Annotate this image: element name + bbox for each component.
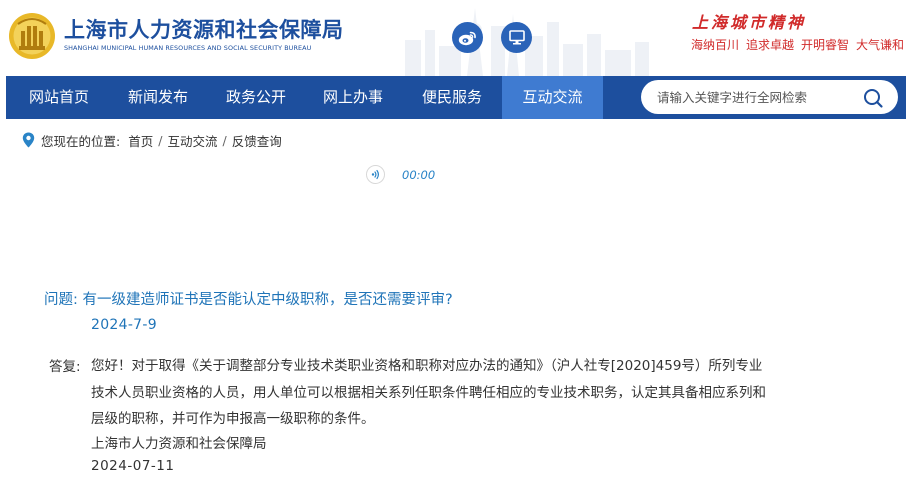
breadcrumb-current: 反馈查询: [231, 133, 282, 149]
question-date: 2024-7-9: [91, 317, 157, 333]
search-icon[interactable]: [862, 87, 884, 109]
question-label: 问题:: [44, 292, 78, 308]
city-spirit-item: 大气谦和: [856, 38, 905, 52]
answer-body: 您好！对于取得《关于调整部分专业技术类职业资格和职称对应办法的通知》（沪人社专[…: [91, 353, 831, 433]
search-input[interactable]: [657, 87, 857, 107]
nav-item-interaction[interactable]: 互动交流: [502, 76, 603, 119]
mobile-site-button[interactable]: [501, 22, 532, 53]
nav-item-news[interactable]: 新闻发布: [111, 76, 205, 119]
site-header: 上海市人力资源和社会保障局 SHANGHAI MUNICIPAL HUMAN R…: [0, 0, 912, 76]
audio-player: 00:00: [366, 165, 435, 184]
city-spirit-item: 海纳百川: [691, 38, 740, 52]
breadcrumb-interaction[interactable]: 互动交流: [167, 131, 217, 150]
search-box: [641, 80, 898, 114]
nav-item-home[interactable]: 网站首页: [12, 76, 106, 119]
site-subtitle: SHANGHAI MUNICIPAL HUMAN RESOURCES AND S…: [64, 44, 312, 52]
answer-line: 层级的职称，并可作为申报高一级职称的条件。: [91, 411, 375, 427]
weibo-button[interactable]: [452, 22, 483, 53]
breadcrumb-home[interactable]: 首页: [128, 131, 153, 150]
nav-item-online-service[interactable]: 网上办事: [306, 76, 400, 119]
answer-line: 您好！对于取得《关于调整部分专业技术类职业资格和职称对应办法的通知》（沪人社专[…: [91, 358, 763, 374]
city-spirit-item: 追求卓越: [746, 38, 795, 52]
city-spirit-item: 开明睿智: [801, 38, 850, 52]
answer-line: 技术人员职业资格的人员，用人单位可以根据相关系列任职条件聘任相应的专业技术职务，…: [91, 384, 766, 401]
breadcrumb-prefix: 您现在的位置:: [41, 133, 121, 149]
site-title[interactable]: 上海市人力资源和社会保障局: [64, 14, 344, 44]
answer-date: 2024-07-11: [91, 458, 175, 474]
main-nav: 网站首页 新闻发布 政务公开 网上办事 便民服务 互动交流: [6, 76, 906, 119]
bureau-logo-emblem: [9, 13, 55, 59]
breadcrumb-separator: /: [158, 132, 163, 148]
location-pin-icon: [22, 132, 35, 148]
question: 问题: 有一级建造师证书是否能认定中级职称，是否还需要评审?: [44, 288, 453, 309]
audio-play-button[interactable]: [366, 165, 385, 184]
nav-item-gov-affairs[interactable]: 政务公开: [209, 76, 303, 119]
city-spirit-list: 海纳百川 追求卓越 开明睿智 大气谦和: [691, 36, 911, 53]
answer-organization: 上海市人力资源和社会保障局: [91, 436, 267, 452]
monitor-icon: [508, 30, 525, 45]
city-spirit-title: 上海城市精神: [692, 13, 807, 32]
breadcrumb-separator: /: [222, 132, 227, 148]
nav-item-convenience[interactable]: 便民服务: [405, 76, 499, 119]
speaker-wave-icon: [371, 169, 379, 180]
audio-time: 00:00: [402, 167, 436, 182]
answer-label: 答复:: [49, 359, 81, 375]
breadcrumb: 您现在的位置: 首页 / 互动交流 / 反馈查询: [22, 131, 282, 149]
question-text: 有一级建造师证书是否能认定中级职称，是否还需要评审?: [82, 292, 453, 308]
weibo-icon: [458, 31, 476, 45]
